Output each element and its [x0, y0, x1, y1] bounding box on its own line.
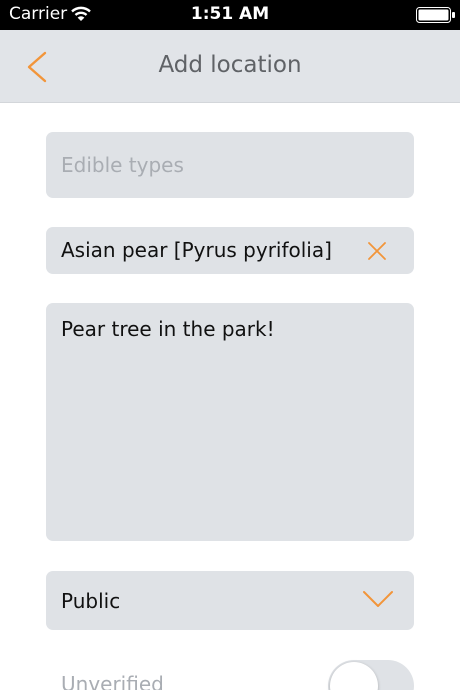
edible-types-input[interactable]: Edible types [46, 132, 414, 198]
verified-toggle[interactable] [328, 660, 414, 690]
description-text: Pear tree in the park! [61, 317, 275, 341]
battery-icon [416, 7, 455, 23]
close-icon[interactable] [368, 242, 386, 260]
page-title: Add location [158, 52, 302, 78]
verified-row: Unverified [46, 660, 414, 690]
access-value: Public [61, 589, 121, 613]
verified-label: Unverified [61, 672, 164, 690]
clock: 1:51 AM [190, 4, 270, 24]
access-select[interactable]: Public [46, 571, 414, 630]
chevron-down-icon [363, 591, 393, 607]
navigation-bar: Add location [0, 30, 460, 103]
toggle-knob [330, 662, 378, 690]
edible-types-placeholder: Edible types [61, 153, 184, 177]
description-textarea[interactable]: Pear tree in the park! [46, 303, 414, 541]
status-bar: Carrier 1:51 AM [0, 0, 460, 30]
selected-type-label: Asian pear [Pyrus pyrifolia] [61, 238, 332, 262]
selected-type-tag: Asian pear [Pyrus pyrifolia] [46, 227, 414, 274]
